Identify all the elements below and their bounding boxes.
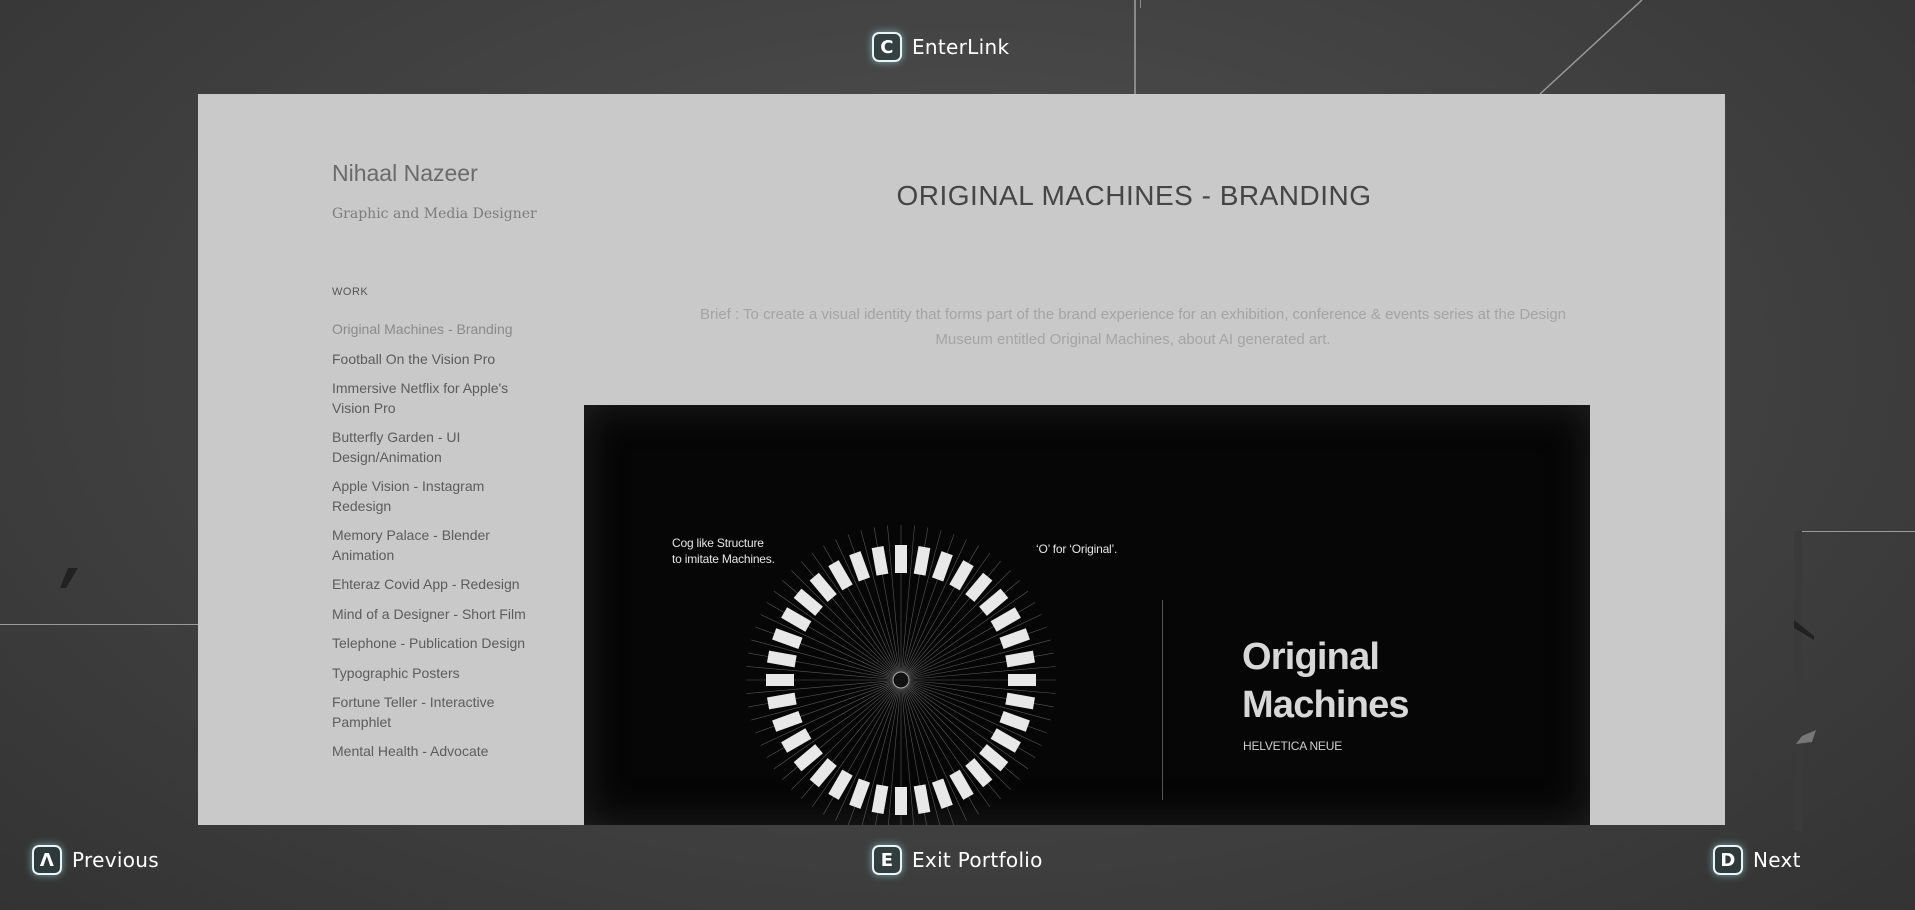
env-diagonal-line (1539, 0, 1643, 95)
brand-title-line1: Original (1242, 636, 1380, 678)
env-line (1140, 0, 1141, 8)
env-shard (60, 568, 78, 588)
key-d-icon: D (1713, 845, 1743, 875)
key-a-icon: Λ (32, 845, 62, 875)
cog-logo-icon (746, 525, 1056, 825)
nav-item-memory-palace[interactable]: Memory Palace - Blender Animation (332, 526, 532, 565)
portfolio-webpage: Nihaal Nazeer Graphic and Media Designer… (198, 94, 1725, 825)
env-line (1794, 531, 1915, 532)
previous-hint[interactable]: Λ Previous (32, 845, 159, 875)
site-subtitle: Graphic and Media Designer (332, 206, 537, 222)
nav-item-typographic-posters[interactable]: Typographic Posters (332, 664, 532, 684)
project-title: ORIGINAL MACHINES - BRANDING (896, 180, 1372, 211)
nav-item-apple-vision-instagram[interactable]: Apple Vision - Instagram Redesign (332, 477, 532, 516)
project-brief: Brief : To create a visual identity that… (699, 306, 1567, 348)
exit-portfolio-hint[interactable]: E Exit Portfolio (872, 845, 1043, 875)
brand-font-label: HELVETICA NEUE (1243, 739, 1343, 753)
env-shard (1794, 620, 1816, 744)
hero-divider (1162, 600, 1163, 800)
enterlink-label: EnterLink (912, 35, 1010, 59)
nav-item-fortune-teller[interactable]: Fortune Teller - Interactive Pamphlet (332, 693, 532, 732)
key-e-icon: E (872, 845, 902, 875)
exit-portfolio-label: Exit Portfolio (912, 848, 1043, 872)
work-nav-list: Original Machines - Branding Football On… (332, 320, 532, 772)
env-line (0, 624, 198, 625)
previous-label: Previous (72, 848, 159, 872)
nav-item-football-vision-pro[interactable]: Football On the Vision Pro (332, 350, 532, 370)
nav-item-immersive-netflix[interactable]: Immersive Netflix for Apple's Vision Pro (332, 379, 532, 418)
env-line (1134, 0, 1136, 94)
nav-item-telephone-publication[interactable]: Telephone - Publication Design (332, 634, 532, 654)
next-hint[interactable]: D Next (1713, 845, 1801, 875)
nav-item-butterfly-garden[interactable]: Butterfly Garden - UI Design/Animation (332, 428, 532, 467)
nav-item-mental-health[interactable]: Mental Health - Advocate (332, 742, 532, 762)
next-label: Next (1753, 848, 1801, 872)
nav-heading-work: WORK (332, 286, 369, 298)
nav-item-mind-of-a-designer[interactable]: Mind of a Designer - Short Film (332, 605, 532, 625)
nav-item-ehteraz-covid-app[interactable]: Ehteraz Covid App - Redesign (332, 575, 532, 595)
enterlink-hint[interactable]: C EnterLink (872, 32, 1009, 62)
nav-item-original-machines[interactable]: Original Machines - Branding (332, 320, 532, 340)
site-name[interactable]: Nihaal Nazeer (332, 160, 478, 187)
project-hero-image: Cog like Structure to imitate Machines. … (584, 405, 1590, 825)
brand-title: Original Machines (1242, 633, 1410, 729)
brand-title-line2: Machines (1242, 684, 1410, 726)
key-c-icon: C (872, 32, 902, 62)
